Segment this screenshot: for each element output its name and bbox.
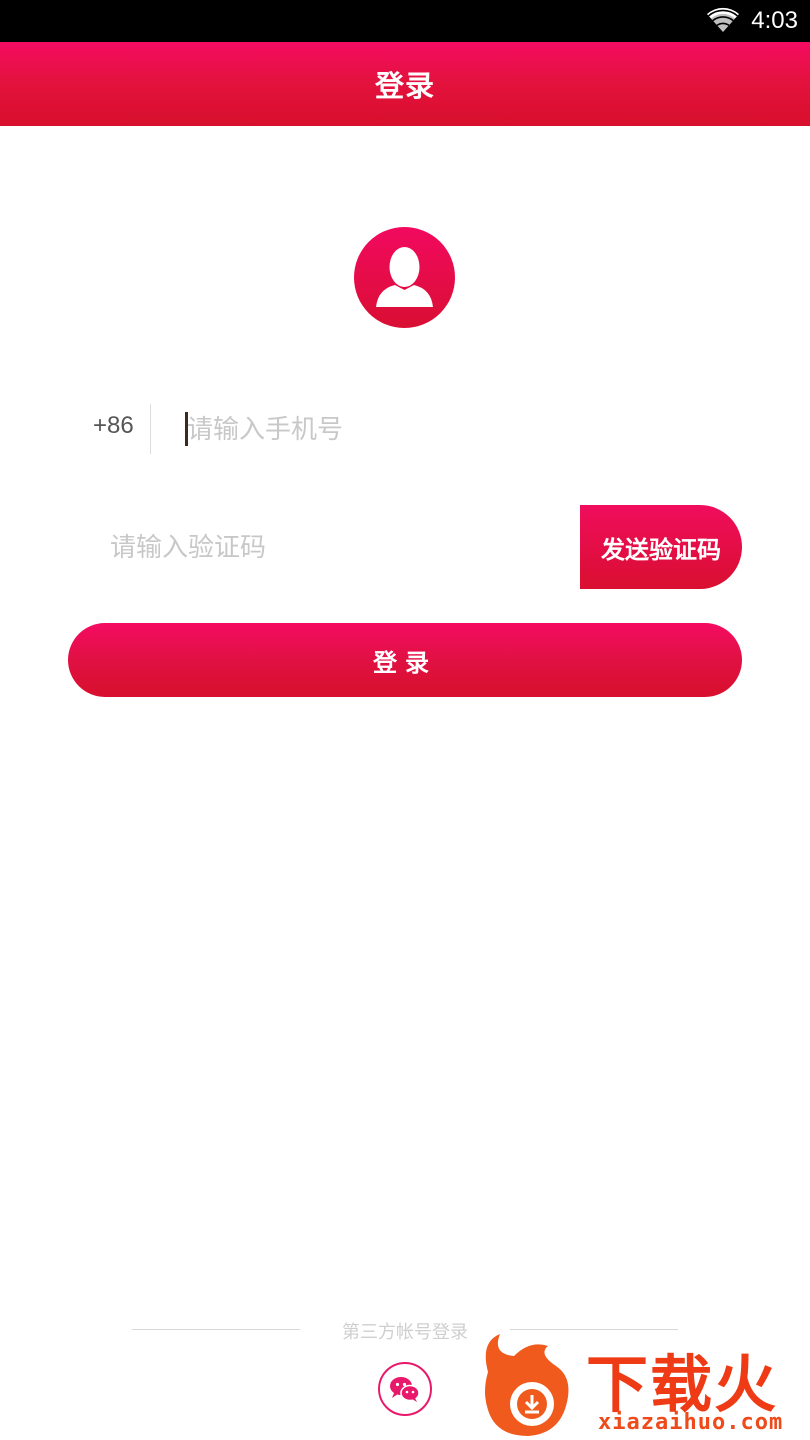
watermark-url: xiazaihuo.com — [598, 1410, 784, 1435]
wifi-icon — [707, 7, 739, 32]
wechat-login-button[interactable] — [378, 1362, 432, 1416]
phone-divider — [150, 404, 151, 454]
send-code-button[interactable]: 发送验证码 — [580, 505, 742, 589]
login-screen: 4:03 登录 +86 发送验证码 登录 第三方帐号登录 — [0, 0, 810, 1440]
flame-download-icon — [485, 1334, 569, 1436]
app-header: 登录 — [0, 42, 810, 126]
divider-line-right — [510, 1329, 678, 1330]
status-time: 4:03 — [751, 7, 798, 34]
user-avatar-icon[interactable] — [354, 227, 455, 328]
status-bar: 4:03 — [0, 0, 810, 42]
country-code[interactable]: +86 — [93, 412, 134, 440]
wechat-icon — [390, 1377, 420, 1402]
page-title: 登录 — [374, 69, 435, 103]
login-button[interactable]: 登录 — [68, 623, 742, 697]
watermark-logo: 下载火 xiazaihuo.com — [478, 1332, 810, 1440]
verification-code-input[interactable] — [110, 525, 550, 571]
phone-input[interactable] — [187, 408, 707, 452]
phone-row: +86 — [68, 400, 742, 460]
divider-line-left — [132, 1329, 300, 1330]
